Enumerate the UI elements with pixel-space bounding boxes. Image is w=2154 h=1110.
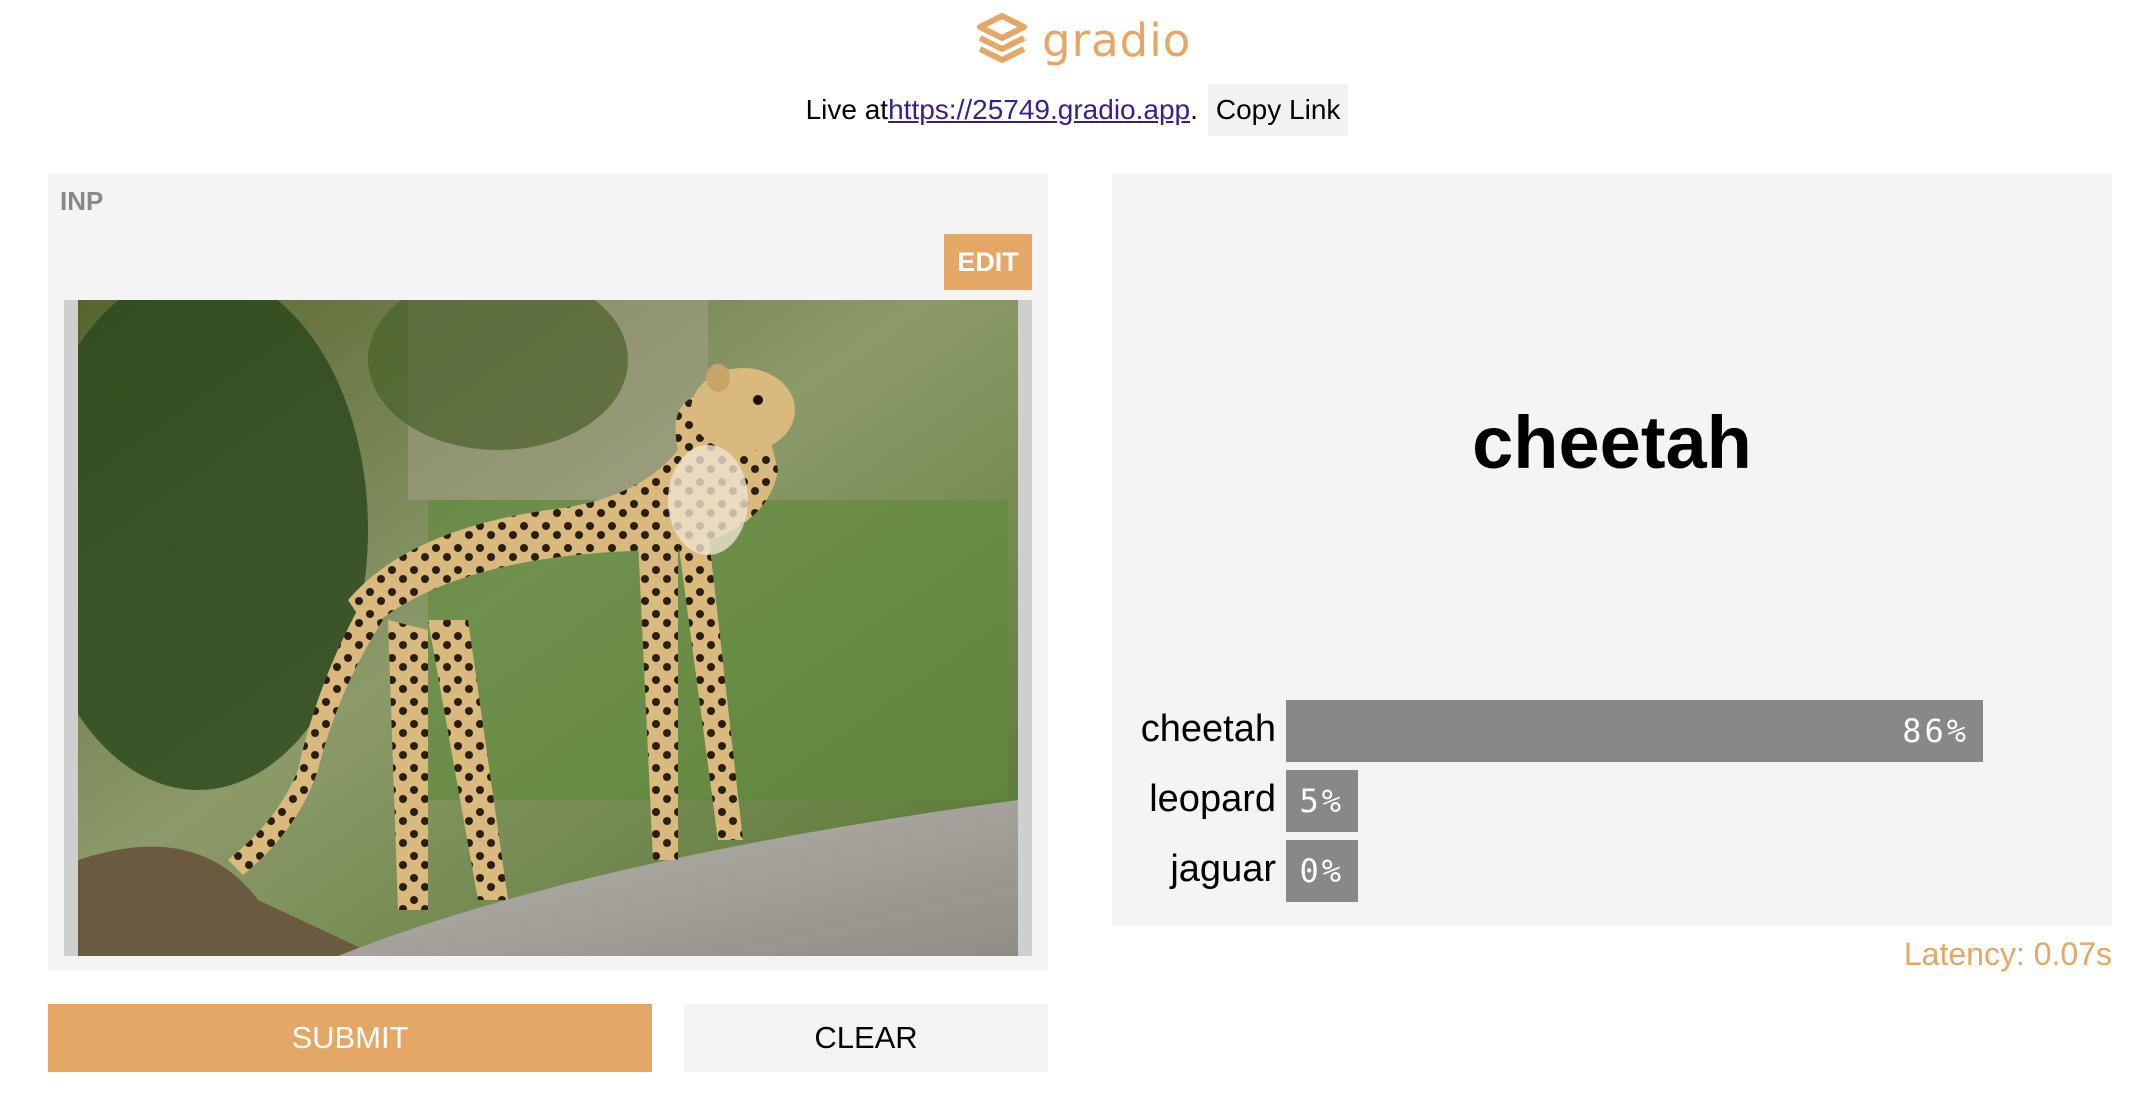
confidence-bar: 5% <box>1286 770 1358 832</box>
live-link-row: Live at https://25749.gradio.app . Copy … <box>0 84 2154 136</box>
confidence-label: leopard <box>1149 778 1276 820</box>
confidence-bar: 0% <box>1286 840 1358 902</box>
latency-text: Latency: 0.07s <box>1903 936 2112 972</box>
predicted-label: cheetah <box>1472 401 1752 484</box>
confidence-row: leopard 5% <box>1112 770 2112 832</box>
input-label: INP <box>60 186 104 216</box>
copy-link-button[interactable]: Copy Link <box>1207 84 1349 136</box>
cheetah-image <box>78 300 1018 956</box>
input-image[interactable] <box>64 300 1032 956</box>
live-prefix: Live at <box>805 94 889 125</box>
input-image-panel: INP EDIT <box>48 174 1048 970</box>
logo-text: gradio <box>1042 13 1192 67</box>
confidence-row: jaguar 0% <box>1112 840 2112 902</box>
clear-button[interactable]: CLEAR <box>684 1004 1048 1072</box>
edit-button[interactable]: EDIT <box>944 234 1032 290</box>
confidence-label: cheetah <box>1140 708 1276 750</box>
live-url-link[interactable]: https://25749.gradio.app <box>888 94 1190 126</box>
output-label-panel: cheetah cheetah 86% leopard 5% jaguar 0% <box>1112 174 2112 926</box>
submit-button[interactable]: SUBMIT <box>48 1004 652 1072</box>
gradio-logo: gradio <box>976 10 1191 70</box>
confidence-bar: 86% <box>1286 700 1983 762</box>
confidence-row: cheetah 86% <box>1112 700 2112 762</box>
gradio-logo-icon <box>976 12 1028 68</box>
live-suffix: . <box>1190 94 1198 125</box>
confidence-label: jaguar <box>1170 848 1276 890</box>
